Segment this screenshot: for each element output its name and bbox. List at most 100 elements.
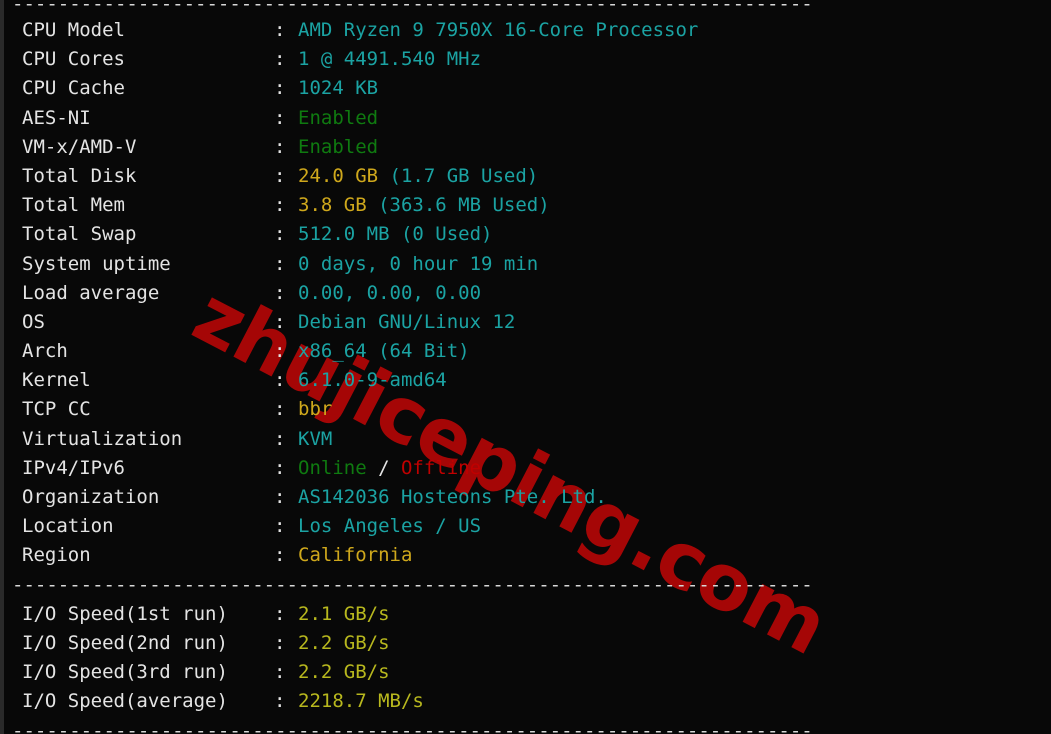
info-row-value: 6.1.0-9-amd64 (298, 369, 447, 392)
info-row: Load average:0.00, 0.00, 0.00 (4, 279, 1051, 308)
info-row-colon: : (274, 456, 286, 479)
info-row: System uptime:0 days, 0 hour 19 min (4, 250, 1051, 279)
info-row-label: I/O Speed(2nd run) (22, 631, 228, 654)
info-row-colon: : (274, 661, 286, 684)
info-row-colon: : (274, 398, 286, 421)
info-row: Region: California (4, 541, 1051, 570)
info-row-value: bbr (298, 398, 333, 421)
info-row-value: Enabled (298, 106, 379, 129)
info-row-label: Load average (22, 281, 160, 304)
info-row-value: Enabled (298, 135, 379, 158)
info-row-colon: : (274, 427, 286, 450)
info-row-colon: : (274, 602, 286, 625)
info-row-label: System uptime (22, 252, 171, 275)
info-row-colon: : (274, 281, 286, 304)
info-row-colon: : (274, 310, 286, 333)
info-row-label: CPU Cache (22, 77, 125, 100)
info-row: Location: Los Angeles / US (4, 512, 1051, 541)
info-row: OS: Debian GNU/Linux 12 (4, 308, 1051, 337)
info-row: Total Mem:3.8 GB (363.6 MB Used) (4, 191, 1051, 220)
info-row-colon: : (274, 19, 286, 41)
info-row-label: Total Disk (22, 164, 137, 187)
info-row-label: I/O Speed(average) (22, 690, 228, 713)
info-row: I/O Speed(average):2218.7 MB/s (4, 687, 1051, 716)
info-row-colon: : (274, 48, 286, 71)
info-row: AES-NI: Enabled (4, 104, 1051, 133)
info-row: CPU Model: AMD Ryzen 9 7950X 16-Core Proc… (4, 16, 1051, 45)
info-row-value: Debian GNU/Linux 12 (298, 310, 516, 333)
info-row-colon: : (274, 486, 286, 508)
info-row-label: I/O Speed(3rd run) (22, 661, 228, 684)
info-row-label: Kernel (22, 369, 91, 392)
separator-bottom: ----------------------------------------… (12, 719, 813, 734)
info-row-label: CPU Model (22, 19, 125, 41)
info-row: CPU Cores:1 @ 4491.540 MHz (4, 45, 1051, 74)
info-row-colon: : (274, 515, 286, 538)
info-row-value: 2.2 GB/s (298, 661, 390, 684)
info-row-value-secondary: Offline (400, 456, 482, 479)
info-row-colon: : (274, 223, 286, 246)
info-row-value: KVM (298, 427, 333, 450)
info-row-value: AMD Ryzen 9 7950X 16-Core Processor (298, 19, 699, 41)
info-row-value: x86_64 (64 Bit) (298, 340, 470, 363)
info-row-label: Total Swap (22, 223, 137, 246)
info-row: I/O Speed(3rd run):2.2 GB/s (4, 658, 1051, 687)
info-row-value: 1024 KB (298, 77, 379, 100)
info-row-colon: : (274, 544, 286, 567)
info-row: I/O Speed(2nd run):2.2 GB/s (4, 629, 1051, 658)
info-row-colon: : (274, 631, 286, 654)
separator-middle: ----------------------------------------… (12, 573, 813, 596)
info-row-colon: : (274, 690, 286, 713)
separator-top: ----------------------------------------… (12, 0, 813, 15)
io-speed-block: I/O Speed(1st run):2.1 GB/s I/O Speed(2nd… (4, 600, 1051, 717)
info-row-label: CPU Cores (22, 48, 125, 71)
info-row-label: Organization (22, 486, 160, 508)
info-row-value-secondary: (363.6 MB Used) (378, 194, 550, 217)
info-row-colon: : (274, 77, 286, 100)
info-row-label: Location (22, 515, 114, 538)
info-row-colon: : (274, 164, 286, 187)
info-row: IPv4/IPv6: Online / Offline (4, 454, 1051, 483)
info-row-value: 3.8 GB (298, 194, 367, 217)
info-row-value-secondary: (1.7 GB Used) (389, 164, 539, 187)
info-row-label: AES-NI (22, 106, 91, 129)
info-row: Arch: x86_64 (64 Bit) (4, 337, 1051, 366)
info-row: TCP CC: bbr (4, 395, 1051, 424)
info-row-value: 24.0 GB (298, 164, 379, 187)
info-row: CPU Cache:1024 KB (4, 74, 1051, 103)
info-row-colon: : (274, 106, 286, 129)
info-row-value: California (298, 544, 413, 567)
info-row-value: 2218.7 MB/s (298, 690, 424, 713)
info-row-label: Region (22, 544, 91, 567)
info-row-value: Online (298, 456, 367, 479)
info-row-value: 1 @ 4491.540 MHz (298, 48, 482, 71)
info-row: Virtualization: KVM (4, 425, 1051, 454)
info-row-colon: : (274, 135, 286, 158)
info-row: VM-x/AMD-V: Enabled (4, 133, 1051, 162)
info-row-label: OS (22, 310, 45, 333)
info-row-label: Virtualization (22, 427, 183, 450)
info-row-value: 0.00, 0.00, 0.00 (298, 281, 482, 304)
terminal-window: zhujiceping.com ------------------------… (0, 0, 1051, 734)
info-row-value-separator: / (366, 456, 401, 479)
info-row-value: 2.2 GB/s (298, 631, 390, 654)
info-row-colon: : (274, 340, 286, 363)
terminal-content: ----------------------------------------… (4, 0, 1051, 734)
info-row-label: VM-x/AMD-V (22, 135, 137, 158)
info-row: Organization: AS142036 Hosteons Pte. Ltd. (4, 483, 1051, 512)
info-row-label: Total Mem (22, 194, 125, 217)
info-row: I/O Speed(1st run):2.1 GB/s (4, 600, 1051, 629)
info-row-value: 0 days, 0 hour 19 min (298, 252, 539, 275)
info-row-label: TCP CC (22, 398, 91, 421)
info-row-label: I/O Speed(1st run) (22, 602, 228, 625)
system-info-block: CPU Model: AMD Ryzen 9 7950X 16-Core Proc… (4, 16, 1051, 571)
info-row-label: IPv4/IPv6 (22, 456, 125, 479)
info-row-value: AS142036 Hosteons Pte. Ltd. (298, 486, 607, 508)
info-row-value: Los Angeles / US (298, 515, 482, 538)
info-row: Total Swap:512.0 MB (0 Used) (4, 220, 1051, 249)
info-row: Kernel:6.1.0-9-amd64 (4, 366, 1051, 395)
info-row-colon: : (274, 194, 286, 217)
info-row-value: 512.0 MB (0 Used) (298, 223, 493, 246)
info-row-colon: : (274, 252, 286, 275)
info-row: Total Disk:24.0 GB (1.7 GB Used) (4, 162, 1051, 191)
